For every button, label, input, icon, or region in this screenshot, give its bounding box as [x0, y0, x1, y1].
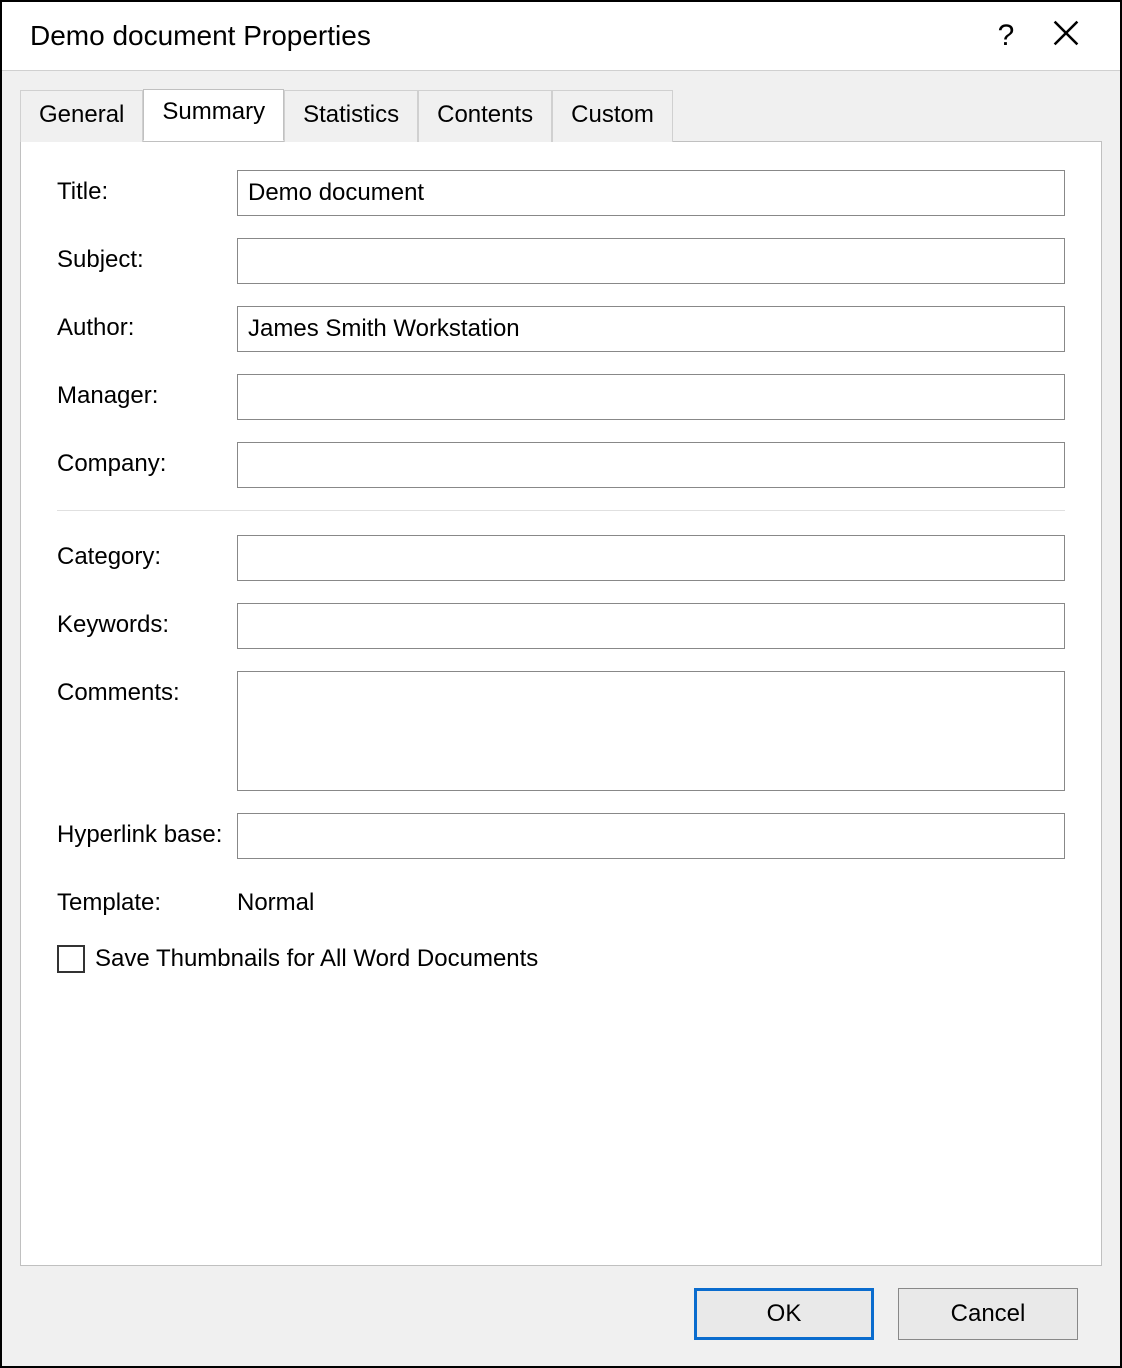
save-thumbnails-label: Save Thumbnails for All Word Documents: [95, 945, 538, 973]
input-comments[interactable]: [237, 671, 1065, 791]
close-icon: [1053, 20, 1079, 46]
dialog-body: General Summary Statistics Contents Cust…: [2, 71, 1120, 1366]
row-hyperlink-base: Hyperlink base:: [57, 813, 1065, 859]
value-template: Normal: [237, 881, 314, 917]
row-title: Title:: [57, 170, 1065, 216]
dialog-title: Demo document Properties: [30, 20, 976, 52]
cancel-button[interactable]: Cancel: [898, 1288, 1078, 1340]
row-comments: Comments:: [57, 671, 1065, 791]
label-keywords[interactable]: Keywords:: [57, 603, 237, 639]
checkbox-box-icon: [57, 945, 85, 973]
row-manager: Manager:: [57, 374, 1065, 420]
summary-tabpanel: Title: Subject: Author: Manager: Company…: [20, 141, 1102, 1266]
input-company[interactable]: [237, 442, 1065, 488]
label-title: Title:: [57, 170, 237, 206]
help-button[interactable]: ?: [976, 21, 1036, 51]
input-subject[interactable]: [237, 238, 1065, 284]
tab-contents[interactable]: Contents: [418, 90, 552, 142]
input-category[interactable]: [237, 535, 1065, 581]
row-category: Category:: [57, 535, 1065, 581]
dialog-footer: OK Cancel: [20, 1266, 1102, 1366]
tab-custom[interactable]: Custom: [552, 90, 673, 142]
row-subject: Subject:: [57, 238, 1065, 284]
label-hyperlink-base: Hyperlink base:: [57, 813, 237, 849]
row-author: Author:: [57, 306, 1065, 352]
label-company: Company:: [57, 442, 237, 478]
label-template: Template:: [57, 881, 237, 917]
close-button[interactable]: [1036, 20, 1096, 52]
input-author[interactable]: [237, 306, 1065, 352]
tab-summary[interactable]: Summary: [143, 89, 284, 141]
input-hyperlink-base[interactable]: [237, 813, 1065, 859]
divider: [57, 510, 1065, 511]
label-category: Category:: [57, 535, 237, 571]
label-author: Author:: [57, 306, 237, 342]
save-thumbnails-checkbox[interactable]: Save Thumbnails for All Word Documents: [57, 945, 1065, 973]
label-manager: Manager:: [57, 374, 237, 410]
tab-general[interactable]: General: [20, 90, 143, 142]
ok-button[interactable]: OK: [694, 1288, 874, 1340]
row-company: Company:: [57, 442, 1065, 488]
tab-strip: General Summary Statistics Contents Cust…: [20, 89, 1102, 141]
input-title[interactable]: [237, 170, 1065, 216]
label-comments: Comments:: [57, 671, 237, 707]
titlebar: Demo document Properties ?: [2, 2, 1120, 71]
input-manager[interactable]: [237, 374, 1065, 420]
input-keywords[interactable]: [237, 603, 1065, 649]
row-template: Template: Normal: [57, 881, 1065, 917]
properties-dialog: Demo document Properties ? General Summa…: [0, 0, 1122, 1368]
row-keywords: Keywords:: [57, 603, 1065, 649]
label-subject: Subject:: [57, 238, 237, 274]
tab-statistics[interactable]: Statistics: [284, 90, 418, 142]
